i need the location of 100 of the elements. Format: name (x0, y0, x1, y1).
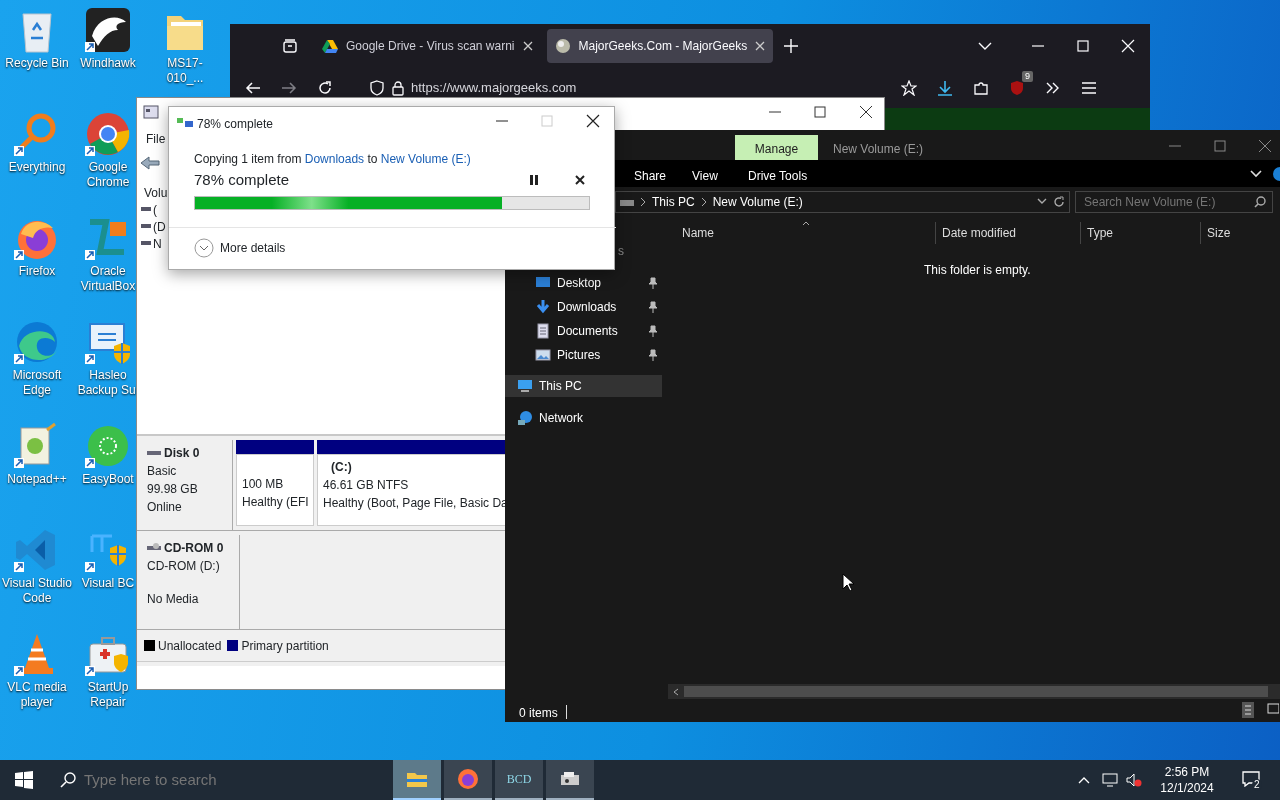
volume-muted-icon[interactable] (1126, 773, 1142, 787)
cancel-icon[interactable] (575, 175, 585, 185)
tiles-view-icon[interactable] (1267, 702, 1279, 716)
search-field[interactable]: Type here to search (82, 767, 382, 793)
start-windows-icon[interactable] (15, 771, 33, 789)
taskbar-app-button[interactable] (444, 760, 492, 800)
bookmark-star-icon[interactable] (901, 80, 917, 96)
chevron-up-icon[interactable] (1078, 776, 1090, 784)
chevron-icon[interactable] (1250, 170, 1262, 178)
drive-icon (141, 241, 151, 245)
close-icon[interactable] (585, 113, 601, 129)
taskbar-app-button[interactable]: BCD (495, 760, 543, 800)
url-field[interactable]: https://www.majorgeeks.com (411, 78, 577, 98)
cd-drive-icon (147, 543, 161, 553)
folder-link[interactable]: New Volume (E:) (380, 152, 471, 166)
clock-date: 12/1/2024 (1160, 780, 1214, 796)
nav-item[interactable]: Downloads (505, 296, 662, 318)
eagle-icon[interactable] (84, 6, 132, 54)
menu-item[interactable]: File (146, 130, 166, 148)
tab-list-icon[interactable] (282, 38, 298, 54)
column-header[interactable]: Volu (144, 184, 168, 202)
nav-item[interactable]: Desktop (505, 272, 662, 294)
pin-icon[interactable] (648, 325, 658, 337)
progress-label: 78% complete (194, 170, 290, 190)
column-header[interactable]: Name (665, 222, 935, 244)
ribbon-tab[interactable]: Drive Tools (748, 167, 808, 185)
partition-block[interactable]: 100 MB Healthy (EFI (236, 440, 314, 526)
details-view-icon[interactable] (1242, 702, 1254, 718)
column-header[interactable]: Date modified (935, 222, 1080, 244)
empty-folder-message: This folder is empty. (924, 262, 1031, 279)
chevron-right-icon (640, 197, 646, 207)
back-icon[interactable] (245, 80, 261, 96)
table-cell-text: ( (153, 202, 157, 219)
drive-icon (620, 197, 634, 207)
partition-detail: 46.61 GB NTFS (323, 477, 410, 494)
copy-icon (177, 116, 193, 128)
browser-tab[interactable]: MajorGeeks.Com - MajorGeeks (546, 29, 774, 63)
fox-icon (456, 767, 480, 791)
more-details-button[interactable]: More details (194, 238, 286, 258)
drive-icon (322, 39, 338, 53)
window-title: New Volume (E:) (833, 141, 924, 158)
reload-icon[interactable] (317, 80, 333, 96)
table-cell-text: (D (153, 219, 166, 236)
badge-count: 9 (1022, 71, 1033, 82)
taskbar-app-button[interactable] (546, 760, 594, 800)
nav-item[interactable]: Documents (505, 320, 662, 342)
close-icon[interactable] (858, 104, 874, 120)
forward-icon[interactable] (281, 80, 297, 96)
column-header[interactable]: Type (1080, 222, 1200, 244)
browser-icon[interactable] (84, 110, 132, 158)
partition-detail: Healthy (EFI (242, 494, 310, 511)
search-icon[interactable] (1254, 196, 1266, 208)
picture-icon (535, 347, 551, 363)
new-tab-icon[interactable] (784, 39, 799, 53)
drive-icon (141, 207, 151, 211)
disk-detail: CD-ROM (D:) (147, 558, 221, 575)
search-field[interactable]: Search New Volume (E:) (1075, 191, 1273, 213)
ribbon-context-tab[interactable]: Manage (735, 135, 818, 162)
ribbon-tab[interactable]: View (692, 167, 718, 185)
legend-label: Unallocated (158, 637, 222, 655)
maximize-icon[interactable] (1074, 38, 1091, 54)
status-text: 0 items (519, 705, 558, 722)
disk-name: CD-ROM 0 (164, 540, 224, 557)
nav-item[interactable]: Pictures (505, 344, 662, 366)
scrollbar-thumb[interactable] (684, 686, 1268, 697)
pin-icon[interactable] (648, 349, 658, 361)
folder-link[interactable]: Downloads (304, 152, 365, 166)
download-arrow-icon (535, 299, 551, 315)
disk-detail: Online (147, 499, 183, 516)
dropdown-icon[interactable] (1037, 198, 1047, 206)
pin-icon[interactable] (648, 277, 658, 289)
refresh-icon[interactable] (1053, 196, 1065, 208)
nav-item[interactable]: This PC (505, 375, 662, 397)
pin-icon[interactable] (648, 301, 658, 313)
partition-detail: 100 MB (242, 476, 285, 493)
notification-icon[interactable] (1242, 771, 1260, 787)
breadcrumb-item[interactable]: New Volume (E:) (712, 193, 803, 211)
icon-label[interactable]: Hasleo Backup Sui (77, 368, 139, 398)
dialog-title: 78% complete (197, 116, 274, 133)
breadcrumb-item[interactable]: This PC (652, 193, 695, 211)
network-icon[interactable] (1102, 773, 1118, 787)
shield-icon[interactable] (369, 80, 385, 96)
clock-time: 2:56 PM (1164, 764, 1210, 780)
search-icon[interactable] (60, 772, 76, 788)
nav-item[interactable]: Network (505, 407, 662, 429)
overflow-icon[interactable] (1045, 80, 1061, 96)
browser-tab[interactable]: Google Drive - Virus scan warni (314, 29, 541, 63)
scroll-left-icon[interactable] (672, 687, 680, 696)
legend-label: Primary partition (241, 637, 329, 655)
column-header[interactable]: Size (1200, 222, 1270, 244)
download-icon[interactable] (937, 80, 953, 96)
network-globe-icon (517, 410, 533, 426)
document-icon (535, 323, 551, 339)
drive-icon (141, 224, 151, 228)
mouse-pointer-icon (842, 573, 854, 591)
pause-icon[interactable] (530, 175, 538, 185)
ribbon-tab[interactable]: Share (634, 167, 667, 185)
puzzle-icon[interactable] (973, 80, 989, 96)
menu-icon[interactable] (1081, 80, 1097, 96)
lock-icon[interactable] (391, 80, 405, 96)
